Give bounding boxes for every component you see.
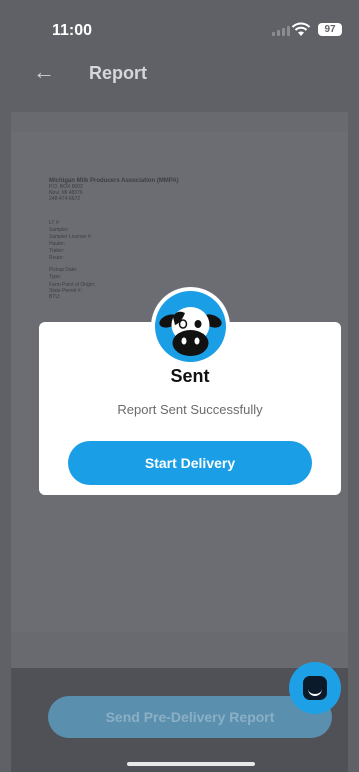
doc-line: 248-474-6672 <box>49 196 81 202</box>
doc-line: Trailer: <box>49 248 65 254</box>
chat-icon <box>303 676 327 700</box>
avatar <box>151 287 230 366</box>
modal-title: Sent <box>170 366 210 386</box>
doc-line: Type: <box>49 274 62 280</box>
doc-line: BTU: <box>49 294 61 300</box>
status-bar: 11:00 97 <box>0 0 359 46</box>
signal-icon <box>272 26 290 36</box>
doc-line: Hauler: <box>49 241 66 247</box>
chat-button[interactable] <box>289 662 341 714</box>
doc-line: Route: <box>49 255 64 261</box>
start-delivery-button[interactable]: Start Delivery <box>68 441 312 485</box>
page-title: Report <box>89 63 147 83</box>
app-header: ← Report <box>11 46 348 112</box>
battery-icon: 97 <box>318 23 342 36</box>
modal-message: Report Sent Successfully <box>117 402 263 417</box>
doc-line: LT #: <box>49 220 60 226</box>
doc-line: Sampler License #: <box>49 234 92 240</box>
doc-line: Pickup Date: <box>49 267 78 273</box>
cow-icon <box>155 291 226 362</box>
status-time: 11:00 <box>52 22 93 39</box>
send-pre-delivery-report-button[interactable]: Send Pre-Delivery Report <box>48 696 332 738</box>
home-indicator <box>127 762 255 766</box>
doc-line: Sampler: <box>49 227 70 233</box>
back-arrow-icon[interactable]: ← <box>33 59 55 85</box>
wifi-icon <box>291 22 311 36</box>
